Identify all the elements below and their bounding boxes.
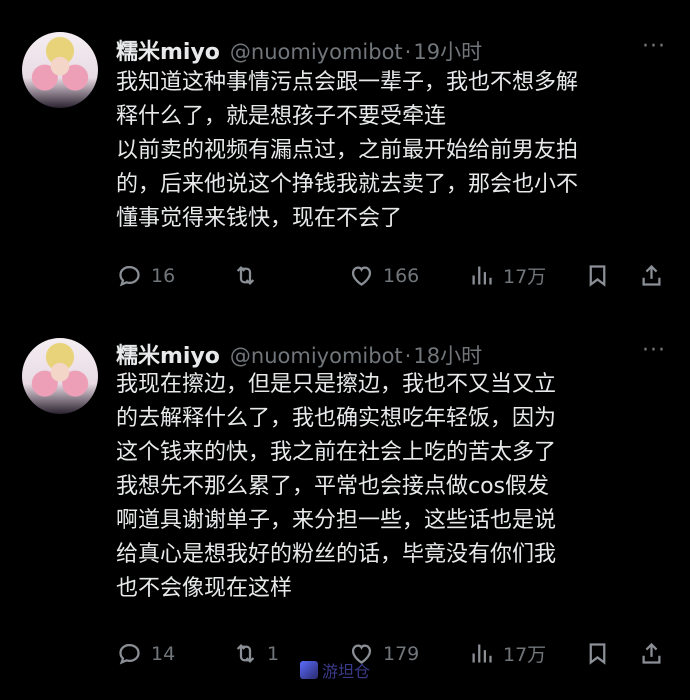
view-count: 17万 xyxy=(503,644,547,666)
share-icon xyxy=(642,642,661,664)
more-options-icon[interactable]: ··· xyxy=(642,338,666,363)
reply-count: 14 xyxy=(151,642,176,665)
like-count: 179 xyxy=(383,642,420,665)
action-bar: 16 166 17万 xyxy=(116,262,672,294)
share-button[interactable] xyxy=(638,262,665,289)
action-bar: 14 1 179 17万 xyxy=(116,640,672,672)
bookmark-button[interactable] xyxy=(584,262,611,289)
display-name[interactable]: 糯米miyo xyxy=(116,338,220,370)
views-button[interactable]: 17万 xyxy=(468,262,546,289)
avatar[interactable] xyxy=(22,338,98,414)
bookmark-button[interactable] xyxy=(584,640,611,667)
reply-icon xyxy=(119,265,140,287)
avatar[interactable] xyxy=(22,32,98,108)
retweet-icon xyxy=(236,266,255,285)
tweet-1: 糯米miyo @nuomiyomibot · 19小时 ··· 我知道这种事情污… xyxy=(0,0,690,330)
bookmark-icon xyxy=(589,643,606,665)
separator-dot: · xyxy=(404,40,412,64)
share-button[interactable] xyxy=(638,640,665,667)
retweet-count: 1 xyxy=(267,642,280,665)
heart-icon xyxy=(351,266,372,286)
share-icon xyxy=(642,264,661,286)
watermark: 游坦仓 xyxy=(300,658,370,682)
display-name[interactable]: 糯米miyo xyxy=(116,34,220,66)
separator-dot: · xyxy=(404,344,412,368)
user-handle[interactable]: @nuomiyomibot xyxy=(230,40,403,64)
watermark-text: 游坦仓 xyxy=(322,662,371,681)
user-handle[interactable]: @nuomiyomibot xyxy=(230,344,403,368)
tweet-2: 糯米miyo @nuomiyomibot · 18小时 ··· 我现在擦边，但是… xyxy=(0,330,690,700)
retweet-button[interactable]: 1 xyxy=(232,640,279,667)
like-count: 166 xyxy=(383,264,420,287)
more-options-icon[interactable]: ··· xyxy=(642,34,666,59)
bookmark-icon xyxy=(589,265,606,287)
like-button[interactable]: 166 xyxy=(348,262,419,289)
tweet-text: 我知道这种事情污点会跟一辈子，我也不想多解 释什么了，就是想孩子不要受牵连 以前… xyxy=(116,70,579,231)
watermark-logo-icon xyxy=(300,661,318,679)
views-chart-icon xyxy=(472,266,492,285)
timestamp[interactable]: 19小时 xyxy=(413,36,482,66)
views-chart-icon xyxy=(472,644,492,663)
reply-count: 16 xyxy=(151,264,176,287)
views-button[interactable]: 17万 xyxy=(468,640,546,667)
retweet-icon xyxy=(236,644,255,663)
tweet-header: 糯米miyo @nuomiyomibot · 18小时 xyxy=(116,338,482,369)
tweet-text: 我现在擦边，但是只是擦边，我也不又当又立 的去解释什么了，我也确实想吃年轻饭，因… xyxy=(116,372,557,601)
retweet-button[interactable] xyxy=(232,262,267,289)
reply-button[interactable]: 16 xyxy=(116,262,175,289)
view-count: 17万 xyxy=(503,266,547,288)
reply-icon xyxy=(119,643,140,665)
tweet-header: 糯米miyo @nuomiyomibot · 19小时 xyxy=(116,34,482,65)
reply-button[interactable]: 14 xyxy=(116,640,175,667)
timestamp[interactable]: 18小时 xyxy=(413,340,482,370)
